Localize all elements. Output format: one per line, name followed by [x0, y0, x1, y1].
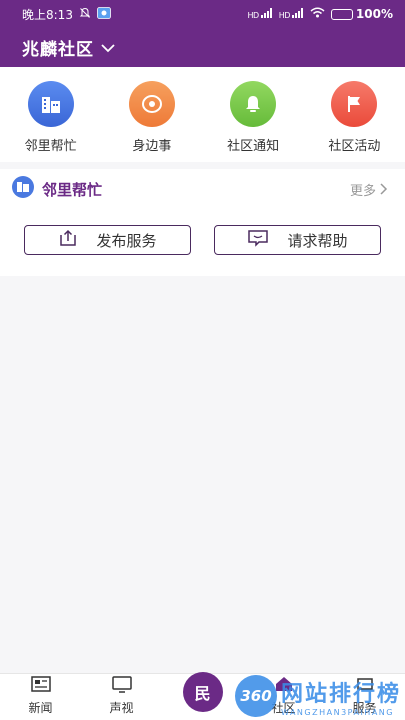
message-icon: [247, 229, 269, 251]
building-icon: [12, 176, 34, 202]
section-header: 邻里帮忙 更多: [0, 169, 405, 209]
tab-video[interactable]: 声视: [92, 675, 152, 716]
signal-icon-1: HD: [247, 8, 272, 20]
notification-app-icon: [97, 6, 111, 22]
quick-nav: 邻里帮忙 身边事 社区通知 社区活动: [0, 67, 405, 162]
quick-nav-notice[interactable]: 社区通知: [208, 81, 298, 162]
watermark: 360 网站排行榜 WANGZHAN3PAIHANG: [234, 675, 401, 717]
battery-level: 100%: [355, 7, 393, 21]
tab-label: 声视: [109, 701, 134, 715]
battery-indicator: 100%: [330, 7, 393, 21]
tv-icon: [111, 675, 133, 696]
upload-icon: [58, 229, 78, 251]
neighbor-help-section: 邻里帮忙 更多 发布服务 请求帮助: [0, 169, 405, 276]
chevron-down-icon: [100, 38, 116, 57]
watermark-badge: 360: [234, 675, 277, 717]
building-icon: [27, 81, 74, 127]
request-help-label: 请求帮助: [287, 231, 348, 250]
request-help-button[interactable]: 请求帮助: [214, 225, 381, 255]
chevron-right-icon: [380, 183, 388, 195]
quick-nav-activity[interactable]: 社区活动: [309, 81, 399, 162]
tab-news[interactable]: 新闻: [11, 675, 71, 716]
bell-icon: [230, 81, 277, 127]
location-pin-icon: [128, 81, 175, 127]
community-selector[interactable]: 兆麟社区: [0, 28, 405, 67]
status-time: 晚上8:13: [22, 7, 73, 22]
quick-nav-label: 社区通知: [227, 139, 280, 154]
quick-nav-neighbor-help[interactable]: 邻里帮忙: [6, 81, 96, 162]
community-name: 兆麟社区: [22, 40, 94, 60]
quick-nav-label: 邻里帮忙: [24, 139, 77, 154]
tab-center[interactable]: 民: [173, 672, 233, 716]
tab-label: 新闻: [28, 701, 53, 715]
publish-service-label: 发布服务: [96, 231, 157, 250]
status-bar: 晚上8:13 HD HD 100%: [0, 0, 405, 28]
flag-icon: [331, 81, 378, 127]
quick-nav-nearby[interactable]: 身边事: [107, 81, 197, 162]
quick-nav-label: 社区活动: [328, 139, 381, 154]
wifi-icon: [310, 7, 325, 21]
watermark-title: 网站排行榜: [280, 681, 401, 707]
section-title: 邻里帮忙: [42, 180, 103, 199]
publish-service-button[interactable]: 发布服务: [24, 225, 191, 255]
signal-icon-2: HD: [279, 8, 304, 20]
mute-bell-icon: [79, 7, 91, 22]
more-link[interactable]: 更多: [350, 180, 388, 199]
battery-icon: [330, 8, 353, 20]
center-icon: 民: [182, 672, 223, 712]
newspaper-icon: [30, 675, 52, 696]
quick-nav-label: 身边事: [132, 139, 172, 154]
watermark-subtitle: WANGZHAN3PAIHANG: [280, 707, 394, 717]
app-header: 晚上8:13 HD HD 100% 兆麟社区: [0, 0, 405, 67]
